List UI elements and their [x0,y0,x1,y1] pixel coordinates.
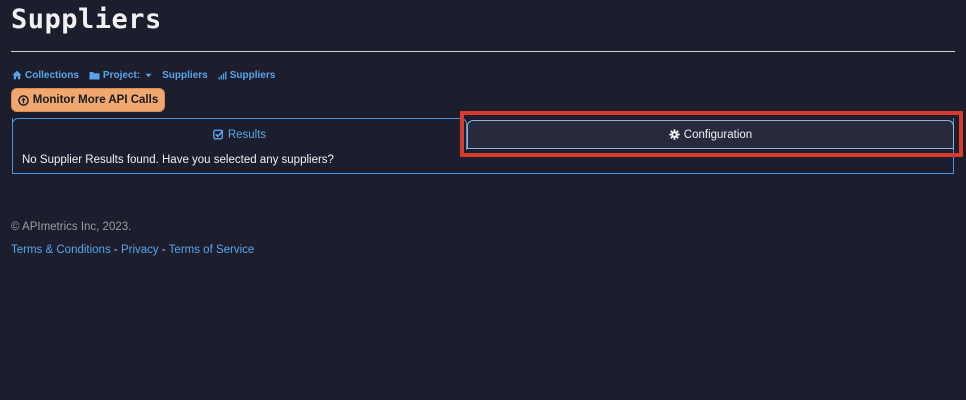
breadcrumb-project-value-label: Suppliers [162,69,208,81]
terms-of-service-link[interactable]: Terms of Service [169,244,255,256]
tab-configuration[interactable]: Configuration [467,120,954,149]
breadcrumb-suppliers-label: Suppliers [229,69,276,81]
monitor-more-api-calls-button[interactable]: Monitor More API Calls [11,88,165,112]
monitor-button-label: Monitor More API Calls [32,94,159,106]
tab-configuration-label: Configuration [683,128,753,141]
empty-results-message: No Supplier Results found. Have you sele… [22,154,334,166]
page: Suppliers Collections Project: Suppliers [0,0,966,400]
breadcrumb-project[interactable]: Project: [89,70,152,81]
breadcrumb-collections[interactable]: Collections [12,70,79,81]
arrow-circle-up-icon [17,94,29,106]
home-icon [12,70,22,80]
breadcrumb-suppliers[interactable]: Suppliers [218,69,276,81]
terms-conditions-link[interactable]: Terms & Conditions [11,244,111,256]
privacy-link[interactable]: Privacy [121,244,159,256]
breadcrumb-project-label: Project: [102,69,141,81]
page-title: Suppliers [11,4,162,35]
footer-separator: - [110,244,121,256]
check-square-icon [212,129,224,140]
caret-down-icon [145,73,152,77]
tab-results[interactable]: Results [12,118,467,150]
breadcrumb-collections-label: Collections [25,69,79,81]
gear-icon [669,129,680,140]
copyright-text: © APImetrics Inc, 2023. [11,221,132,233]
breadcrumb-project-value[interactable]: Suppliers [162,70,208,81]
folder-icon [89,71,100,79]
footer-separator: - [158,244,169,256]
breadcrumb: Collections Project: Suppliers Suppliers [12,68,275,82]
title-divider [11,51,955,52]
footer-links: Terms & Conditions - Privacy - Terms of … [11,244,254,256]
bar-chart-icon [218,71,227,79]
tab-results-label: Results [227,128,267,141]
